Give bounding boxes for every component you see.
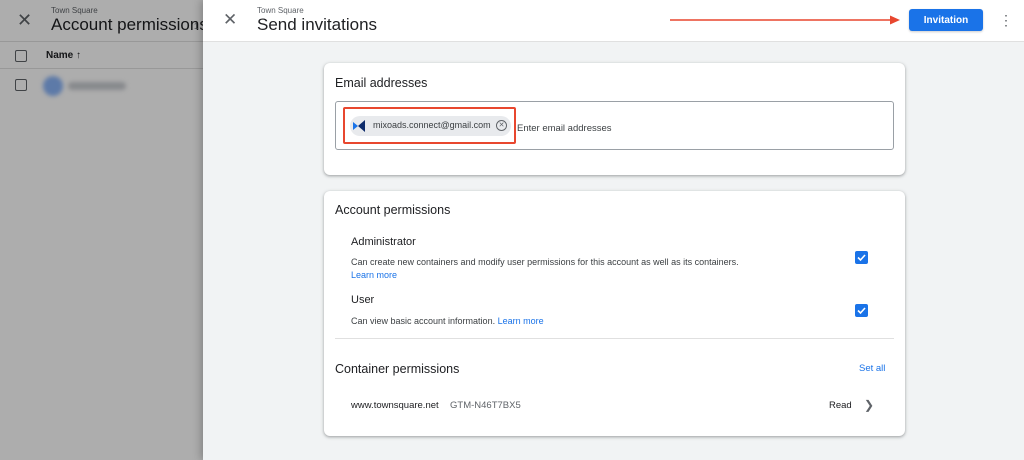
contact-logo-icon <box>353 120 365 132</box>
permission-user-description: Can view basic account information. Lear… <box>351 316 544 326</box>
check-icon <box>857 307 866 315</box>
administrator-learn-more-link[interactable]: Learn more <box>351 270 397 280</box>
divider <box>335 338 894 339</box>
sheet-subtitle: Town Square <box>257 6 304 15</box>
close-icon[interactable]: ✕ <box>223 11 237 29</box>
administrator-checkbox[interactable] <box>855 251 868 264</box>
permission-administrator-description: Can create new containers and modify use… <box>351 257 739 267</box>
email-chip[interactable]: mixoads.connect@gmail.com ✕ <box>350 116 511 136</box>
set-all-button[interactable]: Set all <box>859 363 885 374</box>
container-permissions-title: Container permissions <box>335 362 460 376</box>
more-options-icon[interactable]: ⋮ <box>999 10 1013 30</box>
container-row[interactable]: www.townsquare.net GTM-N46T7BX5 Read ❯ <box>324 391 905 421</box>
page-title: Send invitations <box>257 15 378 34</box>
permissions-card: Account permissions Administrator Can cr… <box>324 191 905 436</box>
check-icon <box>857 254 866 262</box>
permission-administrator-label: Administrator <box>351 236 416 248</box>
container-id: GTM-N46T7BX5 <box>450 400 521 411</box>
container-name: www.townsquare.net <box>351 400 439 411</box>
annotation-arrow-icon <box>670 15 900 25</box>
email-input[interactable] <box>517 120 877 136</box>
invitation-button[interactable]: Invitation <box>909 9 983 31</box>
email-card-title: Email addresses <box>335 76 428 90</box>
container-access-level: Read <box>829 400 852 411</box>
chevron-right-icon: ❯ <box>864 398 875 412</box>
user-learn-more-link[interactable]: Learn more <box>498 316 544 326</box>
send-invitations-sheet: ✕ Town Square Send invitations Invitatio… <box>203 0 1024 460</box>
permission-user-label: User <box>351 294 375 306</box>
sheet-header: ✕ Town Square Send invitations Invitatio… <box>203 0 1024 42</box>
account-permissions-title: Account permissions <box>335 203 451 217</box>
remove-chip-icon[interactable]: ✕ <box>496 120 507 131</box>
email-addresses-card: Email addresses mixoads.connect@gmail.co… <box>324 63 905 175</box>
chip-email-text: mixoads.connect@gmail.com <box>373 120 491 130</box>
email-input-box[interactable]: mixoads.connect@gmail.com ✕ <box>335 101 894 150</box>
user-checkbox[interactable] <box>855 304 868 317</box>
